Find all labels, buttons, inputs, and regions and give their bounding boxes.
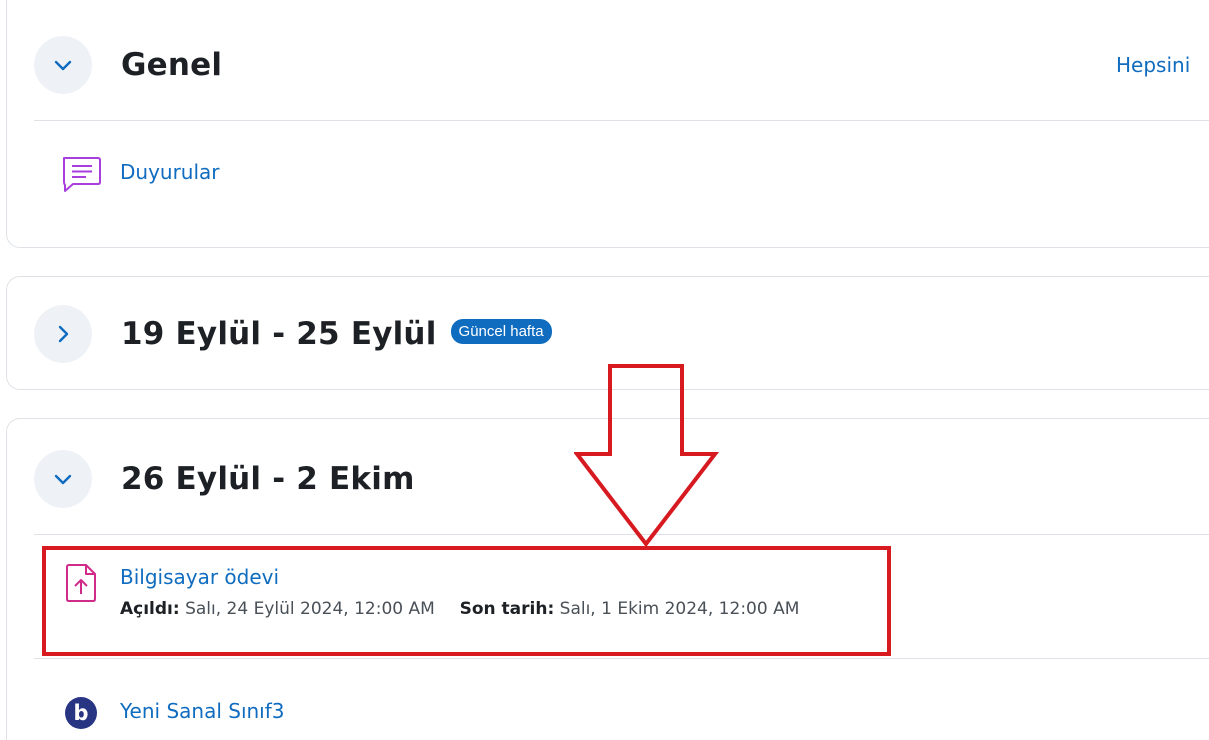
current-week-badge: Güncel hafta <box>450 319 552 344</box>
chevron-down-icon <box>54 474 72 485</box>
section-title-week1: 19 Eylül - 25 Eylül Güncel hafta <box>121 316 552 352</box>
chevron-right-icon <box>58 325 69 343</box>
activity-link-virtual-class[interactable]: Yeni Sanal Sınıf3 <box>120 699 285 723</box>
section-title-genel: Genel <box>121 47 223 83</box>
collapse-toggle-genel[interactable] <box>34 36 92 94</box>
section-header-week2: 26 Eylül - 2 Ekim <box>34 449 415 509</box>
svg-text:b: b <box>73 701 88 725</box>
collapse-all-link[interactable]: Hepsini <box>1116 53 1190 77</box>
section-divider <box>34 120 1209 121</box>
activity-duyurular: Duyurular <box>59 152 220 196</box>
section-card-genel: Genel Hepsini Duyurular <box>6 0 1209 248</box>
activity-virtual-class: b Yeni Sanal Sınıf3 <box>59 691 285 735</box>
highlight-box <box>42 546 891 656</box>
chevron-down-icon <box>54 60 72 71</box>
expand-toggle-week1[interactable] <box>34 305 92 363</box>
section-title-week1-text: 19 Eylül - 25 Eylül <box>121 316 437 352</box>
course-page: Genel Hepsini Duyurular 19 Eylül - 25 Ey… <box>0 0 1209 740</box>
collapse-toggle-week2[interactable] <box>34 450 92 508</box>
bigbluebutton-icon: b <box>59 691 103 735</box>
section-header-week1: 19 Eylül - 25 Eylül Güncel hafta <box>34 304 552 364</box>
red-down-arrow <box>574 364 720 548</box>
forum-icon <box>59 152 103 196</box>
section-header-genel: Genel <box>34 35 222 95</box>
section-title-week2: 26 Eylül - 2 Ekim <box>121 461 415 497</box>
activity-link-duyurular[interactable]: Duyurular <box>120 160 220 184</box>
activity-divider <box>34 658 1209 659</box>
